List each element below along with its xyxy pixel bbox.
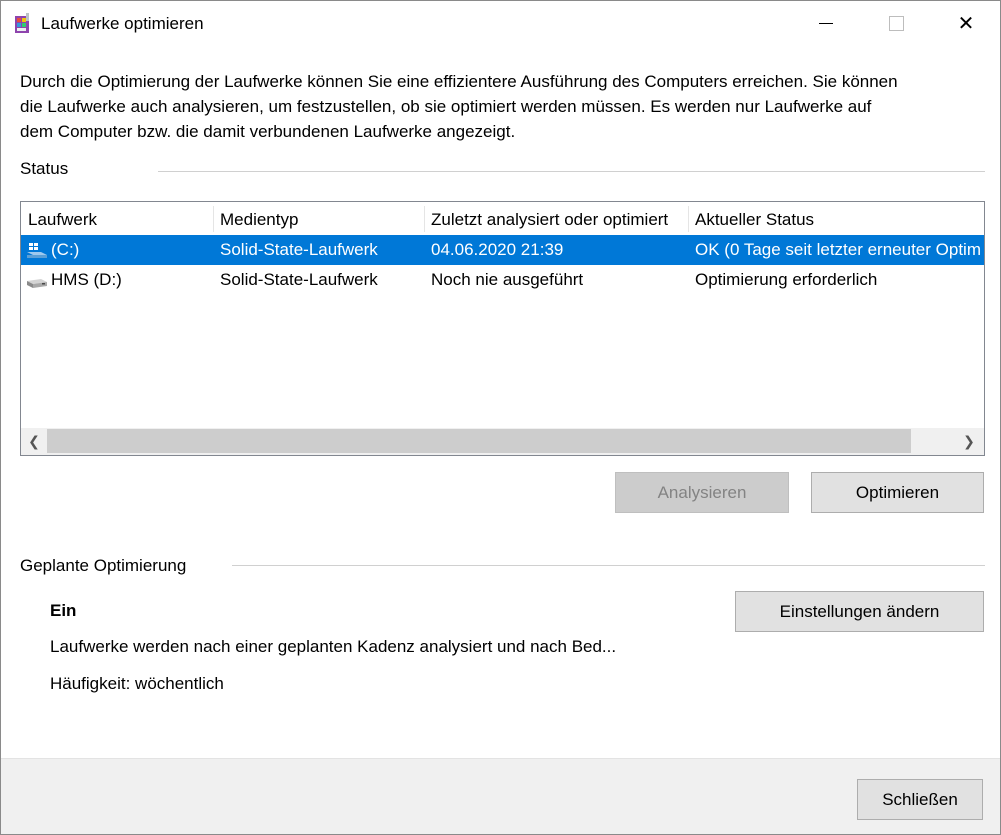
drive-list-header: Laufwerk Medientyp Zuletzt analysiert od… — [21, 202, 984, 234]
current-status: OK (0 Tage seit letzter erneuter Optim — [695, 240, 981, 259]
media-type: Solid-State-Laufwerk — [220, 240, 378, 259]
column-header-current-status[interactable]: Aktueller Status — [688, 202, 984, 234]
scrollbar-thumb[interactable] — [47, 429, 911, 453]
chevron-left-icon: ❮ — [28, 433, 40, 449]
scroll-left-button[interactable]: ❮ — [21, 428, 47, 455]
footer-bar: Schließen — [1, 758, 1000, 834]
scheduled-optimization-label: Geplante Optimierung — [20, 556, 187, 575]
schedule-state: Ein — [50, 601, 77, 620]
drive-icon — [27, 279, 47, 288]
drive-row-c[interactable]: (C:) Solid-State-Laufwerk 04.06.2020 21:… — [21, 235, 984, 265]
description-text: Durch die Optimierung der Laufwerke könn… — [20, 72, 898, 141]
minimize-button[interactable] — [791, 1, 861, 46]
drive-row-d[interactable]: HMS (D:) Solid-State-Laufwerk Noch nie a… — [21, 265, 984, 295]
last-run: Noch nie ausgeführt — [431, 270, 584, 289]
drive-name: (C:) — [51, 240, 80, 259]
drive-name: HMS (D:) — [51, 270, 122, 289]
optimize-button[interactable]: Optimieren — [811, 472, 984, 513]
analyze-button: Analysieren — [615, 472, 789, 513]
horizontal-scrollbar[interactable]: ❮ ❯ — [21, 428, 984, 455]
drive-list[interactable]: Laufwerk Medientyp Zuletzt analysiert od… — [20, 201, 985, 456]
status-divider — [158, 171, 985, 172]
close-icon: ✕ — [957, 13, 975, 35]
last-run: 04.06.2020 21:39 — [431, 240, 564, 259]
optimize-drives-window: Laufwerke optimieren ✕ Durch die Optimie… — [0, 0, 1001, 835]
close-window-button[interactable]: ✕ — [931, 1, 1000, 46]
change-settings-button[interactable]: Einstellungen ändern — [735, 591, 984, 632]
chevron-right-icon: ❯ — [963, 433, 975, 449]
title-bar[interactable]: Laufwerke optimieren ✕ — [1, 1, 1000, 46]
schedule-divider — [232, 565, 985, 566]
schedule-frequency: Häufigkeit: wöchentlich — [50, 674, 224, 693]
column-header-drive[interactable]: Laufwerk — [21, 202, 213, 234]
column-header-media-type[interactable]: Medientyp — [213, 202, 424, 234]
schedule-description: Laufwerke werden nach einer geplanten Ka… — [50, 637, 617, 656]
current-status: Optimierung erforderlich — [695, 270, 878, 289]
close-button[interactable]: Schließen — [857, 779, 983, 820]
media-type: Solid-State-Laufwerk — [220, 270, 378, 289]
column-header-last-run[interactable]: Zuletzt analysiert oder optimiert — [424, 202, 688, 234]
window-title: Laufwerke optimieren — [41, 14, 204, 33]
maximize-button — [861, 1, 931, 46]
minimize-icon — [819, 23, 833, 24]
defrag-app-icon — [15, 13, 29, 33]
windows-drive-icon — [27, 243, 47, 258]
maximize-icon — [888, 16, 904, 31]
status-section-label: Status — [20, 159, 69, 178]
scroll-right-button[interactable]: ❯ — [956, 428, 982, 455]
